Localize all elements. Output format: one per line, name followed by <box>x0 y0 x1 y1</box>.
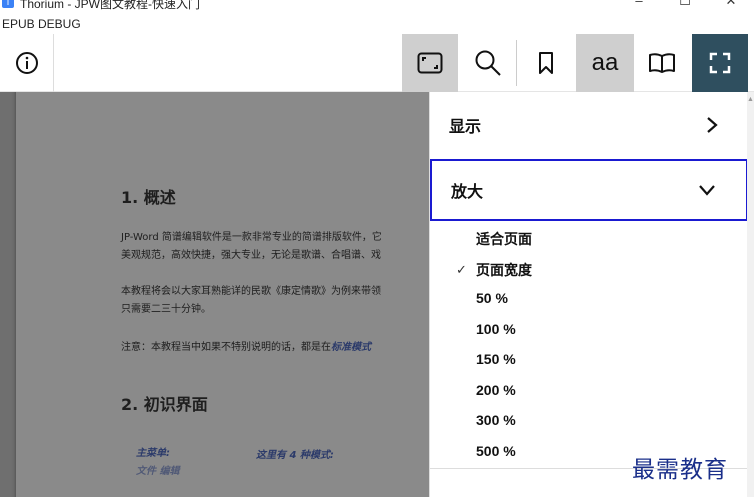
minimize-button[interactable]: – <box>624 0 654 8</box>
epub-debug-menu[interactable]: EPUB DEBUG <box>2 17 81 31</box>
selected-check-icon: ✓ <box>456 262 467 277</box>
paragraph-line: 只需要二三十分钟。 <box>121 304 211 315</box>
bookmark-icon <box>539 52 553 74</box>
bookmark-button[interactable] <box>518 34 574 92</box>
zoom-option-fit-page[interactable]: 适合页面 <box>476 229 532 249</box>
panel-scrollbar[interactable]: ▲ <box>747 92 754 497</box>
book-open-icon <box>649 53 675 73</box>
search-icon <box>475 50 501 76</box>
fit-page-icon <box>417 52 443 74</box>
note-emphasis: 标准模式 <box>331 342 371 353</box>
text-settings-button[interactable]: aa <box>576 34 634 92</box>
zoom-option-200[interactable]: 200 % <box>476 382 516 398</box>
chevron-down-icon <box>698 161 716 219</box>
display-section-toggle[interactable]: 显示 <box>430 94 748 156</box>
display-section-label: 显示 <box>449 119 482 136</box>
document-page: 1. 概述 JP-Word 简谱编辑软件是一款非常专业的简谱排版软件，它 美观规… <box>16 92 430 497</box>
section-heading-overview: 1. 概述 <box>121 188 176 207</box>
scroll-up-arrow-icon[interactable]: ▲ <box>747 96 754 103</box>
fit-page-button[interactable] <box>402 34 458 92</box>
settings-panel: 显示 放大 适合页面 ✓ 页面宽度 50 % 100 % 150 % 200 %… <box>429 92 748 497</box>
paragraph-line: 美观规范，高效快捷，强大专业，无论是歌谱、合唱谱、戏 <box>121 250 381 261</box>
zoom-section-toggle[interactable]: 放大 <box>430 159 748 221</box>
thorium-app-icon: T <box>2 0 14 8</box>
main-menu-label: 主菜单: <box>136 448 170 459</box>
paragraph-line: 本教程将会以大家耳熟能详的民歌《康定情歌》为例来带领 <box>121 286 381 297</box>
reader-toolbar: aa <box>0 34 754 92</box>
zoom-option-page-width[interactable]: 页面宽度 <box>476 260 532 280</box>
paragraph-line: JP-Word 简谱编辑软件是一款非常专业的简谱排版软件，它 <box>121 232 382 243</box>
table-of-contents-button[interactable] <box>634 34 690 92</box>
document-viewport[interactable]: 1. 概述 JP-Word 简谱编辑软件是一款非常专业的简谱排版软件，它 美观规… <box>0 92 430 497</box>
zoom-option-50[interactable]: 50 % <box>476 290 508 306</box>
zoom-option-500[interactable]: 500 % <box>476 443 516 459</box>
fullscreen-button[interactable] <box>692 34 748 92</box>
maximize-button[interactable]: ☐ <box>670 0 700 8</box>
note-text: 注意：本教程当中如果不特别说明的话，都是在 <box>121 342 331 353</box>
zoom-section-label: 放大 <box>451 184 484 201</box>
section-heading-interface: 2. 初识界面 <box>121 395 208 414</box>
window-title: Thorium - JPW图文教程-快速入门 <box>20 0 201 11</box>
chevron-right-icon <box>706 94 718 156</box>
zoom-option-100[interactable]: 100 % <box>476 321 516 337</box>
info-button[interactable] <box>0 34 54 92</box>
zoom-option-150[interactable]: 150 % <box>476 351 516 367</box>
zoom-option-300[interactable]: 300 % <box>476 412 516 428</box>
info-icon <box>15 52 38 74</box>
watermark-text: 最需教育 <box>632 457 728 483</box>
close-window-button[interactable]: ✕ <box>716 0 746 8</box>
modes-label: 这里有 4 种模式: <box>256 450 334 461</box>
note-paragraph: 注意：本教程当中如果不特别说明的话，都是在标准模式 <box>121 340 371 355</box>
cut-off-text: 文件 编辑 <box>136 466 180 477</box>
toolbar-divider <box>516 40 517 86</box>
fullscreen-icon <box>709 52 731 74</box>
search-button[interactable] <box>460 34 516 92</box>
title-bar: T Thorium - JPW图文教程-快速入门 – ☐ ✕ <box>0 0 754 14</box>
